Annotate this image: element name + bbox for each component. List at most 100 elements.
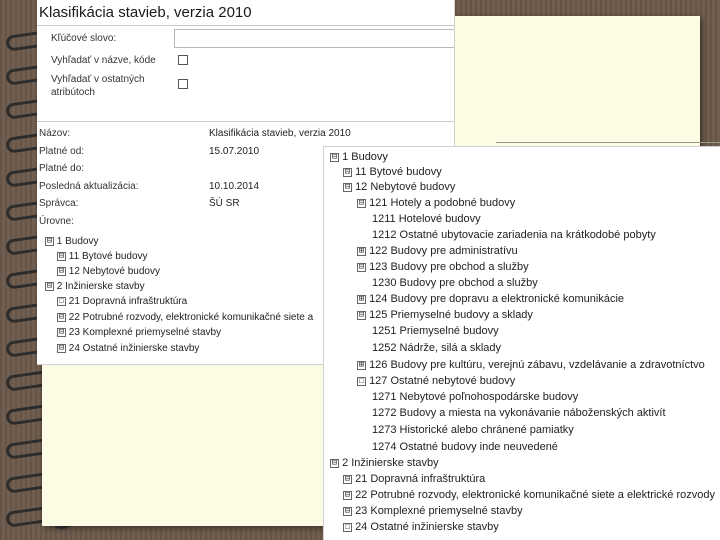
tree-item[interactable]: 1211 Hotelové budovy xyxy=(372,213,481,225)
tree-item-label: 1212 Ostatné ubytovacie zariadenia na kr… xyxy=(372,229,656,241)
tree-item-label: 24 Ostatné inžinierske stavby xyxy=(355,521,499,533)
tree-toggle-icon[interactable]: ⊟ xyxy=(343,490,352,500)
tree-item-label: 21 Dopravná infraštruktúra xyxy=(68,296,188,307)
tree-item-label: 121 Hotely a podobné budovy xyxy=(369,197,516,209)
tree-item[interactable]: ⊟ 23 Komplexné priemyselné stavby xyxy=(57,327,221,338)
search-other-attr-checkbox[interactable] xyxy=(178,79,188,89)
tree-item[interactable]: 1273 Historické alebo chránené pamiatky xyxy=(372,424,574,436)
tree-toggle-icon[interactable]: ⊟ xyxy=(357,310,366,320)
tree-item-label: 11 Bytové budovy xyxy=(355,166,442,178)
tree-item[interactable]: ⊟ 11 Bytové budovy xyxy=(343,166,442,178)
tree-item[interactable]: ⊟ 2 Inžinierske stavby xyxy=(330,457,439,469)
tree-item[interactable]: ⊟ 21 Dopravná infraštruktúra xyxy=(343,473,485,485)
tree-item[interactable]: ⊟ 11 Bytové budovy xyxy=(57,251,148,262)
tree-item-label: 1273 Historické alebo chránené pamiatky xyxy=(372,424,574,436)
tree-item-label: 22 Potrubné rozvody, elektronické komuni… xyxy=(68,312,314,323)
tree-toggle-icon[interactable]: ⊞ xyxy=(357,246,366,256)
tree-item[interactable]: ⊟ 1 Budovy xyxy=(330,151,388,163)
tree-item-label: 11 Bytové budovy xyxy=(68,251,148,262)
keyword-input[interactable] xyxy=(174,29,454,48)
tree-item[interactable]: ⊟ 22 Potrubné rozvody, elektronické komu… xyxy=(57,312,313,323)
tree-item-label: 23 Komplexné priemyselné stavby xyxy=(355,505,523,517)
detail-label: Správca: xyxy=(39,198,79,209)
tree-toggle-icon[interactable]: ⊟ xyxy=(357,198,366,208)
keyword-label: Kľúčové slovo: xyxy=(51,33,117,44)
tree-item-label: 23 Komplexné priemyselné stavby xyxy=(68,327,222,338)
tree-item-label: 1 Budovy xyxy=(342,151,388,163)
tree-item-label: 123 Budovy pre obchod a služby xyxy=(369,261,529,273)
tree-item-label: 125 Priemyselné budovy a sklady xyxy=(369,309,533,321)
detail-label: Úrovne: xyxy=(39,216,75,227)
detail-label: Posledná aktualizácia: xyxy=(39,181,139,192)
tree-toggle-icon[interactable]: ⊟ xyxy=(343,474,352,484)
tree-item[interactable]: ⊟ 12 Nebytové budovy xyxy=(343,181,455,193)
tree-item[interactable]: ⊞ 126 Budovy pre kultúru, verejnú zábavu… xyxy=(357,359,705,371)
tree-item-label: 1272 Budovy a miesta na vykonávanie nábo… xyxy=(372,407,666,419)
tree-toggle-icon[interactable]: ⊞ xyxy=(357,360,366,370)
title-divider xyxy=(37,25,454,26)
tree-item[interactable]: ☐ 127 Ostatné nebytové budovy xyxy=(357,375,515,387)
tree-item[interactable]: ⊟ 2 Inžinierske stavby xyxy=(45,281,145,292)
tree-item[interactable]: ⊟ 121 Hotely a podobné budovy xyxy=(357,197,515,209)
tree-item-label: 2 Inžinierske stavby xyxy=(342,457,439,469)
tree-toggle-icon[interactable]: ☐ xyxy=(343,522,352,532)
tree-item[interactable]: ⊟ 12 Nebytové budovy xyxy=(57,266,160,277)
tree-item[interactable]: ⊟ 125 Priemyselné budovy a sklady xyxy=(357,309,533,321)
tree-item-label: 127 Ostatné nebytové budovy xyxy=(369,375,516,387)
tree-item-label: 124 Budovy pre dopravu a elektronické ko… xyxy=(369,293,625,305)
tree-item[interactable]: ⊞ 124 Budovy pre dopravu a elektronické … xyxy=(357,293,624,305)
tree-item[interactable]: 1230 Budovy pre obchod a služby xyxy=(372,277,538,289)
tree-item-label: 126 Budovy pre kultúru, verejnú zábavu, … xyxy=(369,359,705,371)
tree-item[interactable]: ☐ 24 Ostatné inžinierske stavby xyxy=(343,521,499,533)
tree-item[interactable]: ⊟ 24 Ostatné inžinierske stavby xyxy=(57,343,199,354)
tree-item-label: 1211 Hotelové budovy xyxy=(372,213,481,225)
detail-label: Platné od: xyxy=(39,146,85,157)
tree-item-label: 12 Nebytové budovy xyxy=(355,181,456,193)
tree-item[interactable]: ⊟ 22 Potrubné rozvody, elektronické komu… xyxy=(343,489,715,501)
tree-item-label: 122 Budovy pre administratívu xyxy=(369,245,518,257)
tree-item[interactable]: 1212 Ostatné ubytovacie zariadenia na kr… xyxy=(372,229,656,241)
tree-item-label: 12 Nebytové budovy xyxy=(68,266,160,277)
tree-toggle-icon[interactable]: ⊟ xyxy=(45,236,54,246)
tree-item[interactable]: 1252 Nádrže, silá a sklady xyxy=(372,342,501,354)
tree-toggle-icon[interactable]: ☐ xyxy=(357,376,366,386)
tree-item[interactable]: ☐ 21 Dopravná infraštruktúra xyxy=(57,296,187,307)
tree-toggle-icon[interactable]: ⊟ xyxy=(330,152,339,162)
tree-toggle-icon[interactable]: ⊟ xyxy=(45,281,54,291)
section-divider xyxy=(37,121,454,122)
tree-item[interactable]: 1274 Ostatné budovy inde neuvedené xyxy=(372,441,558,453)
tree-item-label: 1230 Budovy pre obchod a služby xyxy=(372,277,538,289)
detail-label: Názov: xyxy=(39,128,71,139)
tree-toggle-icon[interactable]: ⊟ xyxy=(357,262,366,272)
search-name-code-checkbox[interactable] xyxy=(178,55,188,65)
tree-item[interactable]: ⊟ 1 Budovy xyxy=(45,236,98,247)
tree-item[interactable]: 1272 Budovy a miesta na vykonávanie nábo… xyxy=(372,407,666,419)
tree-toggle-icon[interactable]: ⊟ xyxy=(57,266,66,276)
detail-value: 10.10.2014 xyxy=(209,181,260,192)
tree-toggle-icon[interactable]: ⊞ xyxy=(357,294,366,304)
tree-toggle-icon[interactable]: ⊟ xyxy=(57,251,66,261)
detail-label: Platné do: xyxy=(39,163,85,174)
tree-toggle-icon[interactable]: ⊟ xyxy=(57,343,66,353)
tree-toggle-icon[interactable]: ⊟ xyxy=(330,458,339,468)
tree-item-label: 1251 Priemyselné budovy xyxy=(372,325,499,337)
tree-item-label: 24 Ostatné inžinierske stavby xyxy=(68,343,200,354)
tree-item[interactable]: ⊟ 23 Komplexné priemyselné stavby xyxy=(343,505,523,517)
tree-item-label: 1 Budovy xyxy=(56,236,99,247)
tree-item[interactable]: ⊞ 122 Budovy pre administratívu xyxy=(357,245,518,257)
tree-item-label: 1252 Nádrže, silá a sklady xyxy=(372,342,502,354)
window-title: Klasifikácia stavieb, verzia 2010 xyxy=(39,4,252,21)
tree-toggle-icon[interactable]: ⊟ xyxy=(57,312,66,322)
tree-toggle-icon[interactable]: ⊟ xyxy=(343,506,352,516)
search-other-attr-label: Vyhľadať v ostatných atribútoch xyxy=(51,74,145,98)
detail-value: ŠÚ SR xyxy=(209,198,240,209)
tree-item[interactable]: 1271 Nebytové poľnohospodárske budovy xyxy=(372,391,578,403)
tree-item-label: 21 Dopravná infraštruktúra xyxy=(355,473,486,485)
tree-toggle-icon[interactable]: ⊟ xyxy=(343,167,352,177)
tree-toggle-icon[interactable]: ⊟ xyxy=(57,327,66,337)
tree-toggle-icon[interactable]: ⊟ xyxy=(343,182,352,192)
tree-toggle-icon[interactable]: ☐ xyxy=(57,296,66,306)
tree-item-label: 22 Potrubné rozvody, elektronické komuni… xyxy=(355,489,715,501)
tree-item[interactable]: ⊟ 123 Budovy pre obchod a služby xyxy=(357,261,529,273)
tree-item[interactable]: 1251 Priemyselné budovy xyxy=(372,325,499,337)
